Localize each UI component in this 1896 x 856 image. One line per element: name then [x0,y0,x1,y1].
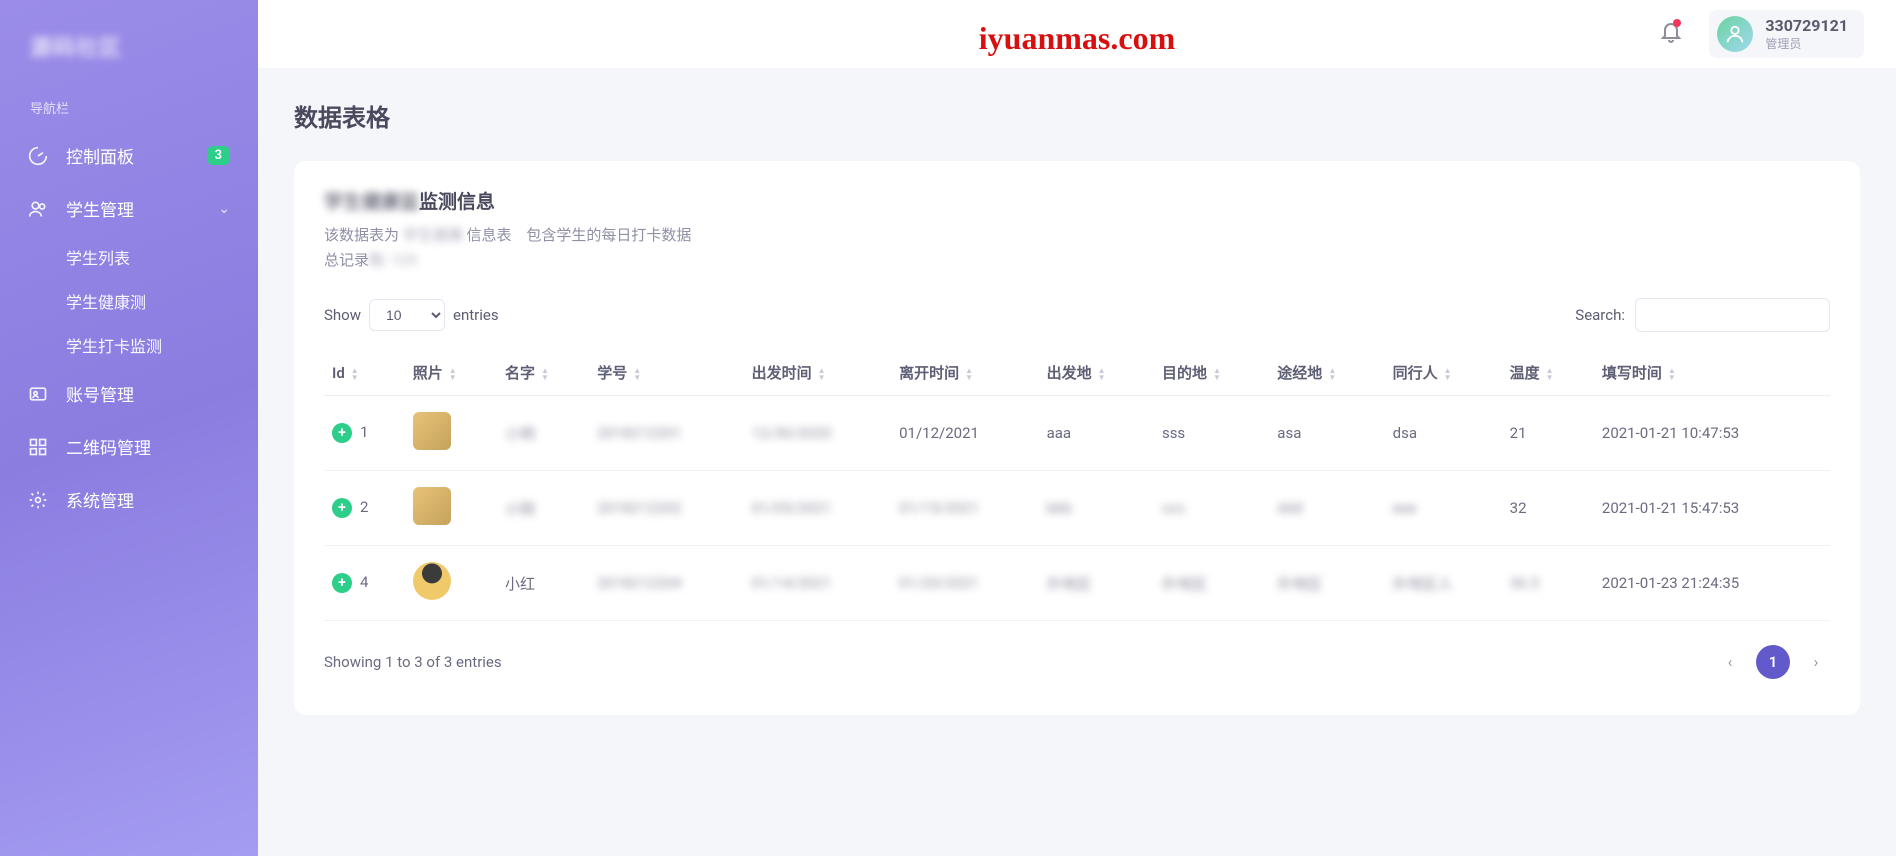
content: 数据表格 学生健康监监测信息 该数据表为 学生健康 信息表 包含学生的每日打卡数… [258,68,1896,856]
entries-selector: Show 10 entries [324,299,499,331]
sort-icon: ▲▼ [351,367,359,381]
entries-select[interactable]: 10 [369,299,445,331]
gear-icon [28,490,50,510]
notifications-button[interactable] [1659,20,1683,48]
table-row: +2 小刚 2018212202 01/05/2021 01/15/2021 b… [324,471,1830,546]
col-depart[interactable]: 出发时间▲▼ [744,350,892,396]
sidebar-item-label: 账号管理 [66,381,134,406]
col-with[interactable]: 同行人▲▼ [1385,350,1502,396]
search-box: Search: [1575,298,1830,332]
sidebar-item-qrcode[interactable]: 二维码管理 [0,420,258,473]
sidebar-item-account[interactable]: 账号管理 [0,367,258,420]
data-table: Id▲▼ 照片▲▼ 名字▲▼ 学号▲▼ 出发时间▲▼ 离开时间▲▼ 出发地▲▼ … [324,350,1830,621]
search-label: Search: [1575,306,1625,324]
expand-button[interactable]: + [332,498,352,518]
row-avatar-icon [413,487,451,525]
table-row: +1 小明 2018212201 12/30/2020 01/12/2021 a… [324,396,1830,471]
col-name[interactable]: 名字▲▼ [497,350,589,396]
sort-icon: ▲▼ [1668,367,1676,381]
expand-button[interactable]: + [332,573,352,593]
sort-icon: ▲▼ [541,367,549,381]
table-controls: Show 10 entries Search: [324,298,1830,332]
col-via[interactable]: 途经地▲▼ [1269,350,1384,396]
entries-label: entries [453,306,499,324]
table-footer: Showing 1 to 3 of 3 entries ‹ 1 › [324,645,1830,679]
sidebar-subitem-health[interactable]: 学生健康测 [66,279,258,323]
sidebar-item-students[interactable]: 学生管理 ⌄ [0,182,258,235]
expand-button[interactable]: + [332,423,352,443]
sidebar-item-dashboard[interactable]: 控制面板 3 [0,129,258,182]
sidebar-item-label: 二维码管理 [66,434,151,459]
sidebar-item-label: 控制面板 [66,143,134,168]
sidebar-item-system[interactable]: 系统管理 [0,473,258,526]
sort-icon: ▲▼ [1546,367,1554,381]
brand-logo: 源码社区 [0,20,258,92]
sidebar-subitem-checkin[interactable]: 学生打卡监测 [66,323,258,367]
avatar [1717,16,1753,52]
card-subtitle2: 总记录数: 123 [324,249,1830,270]
sidebar-item-label: 系统管理 [66,487,134,512]
col-time[interactable]: 填写时间▲▼ [1594,350,1830,396]
sort-icon: ▲▼ [449,367,457,381]
gauge-icon [28,146,50,166]
sidebar-item-label: 学生管理 [66,196,134,221]
users-icon [28,199,50,219]
row-avatar-icon [413,412,451,450]
sort-icon: ▲▼ [965,367,973,381]
card-title: 学生健康监监测信息 [324,187,1830,214]
data-card: 学生健康监监测信息 该数据表为 学生健康 信息表 包含学生的每日打卡数据 总记录… [294,161,1860,715]
col-to[interactable]: 目的地▲▼ [1154,350,1269,396]
sort-icon: ▲▼ [1213,367,1221,381]
user-id: 330729121 [1765,16,1848,35]
grid-icon [28,437,50,457]
sidebar-subitem-student-list[interactable]: 学生列表 [66,235,258,279]
prev-page-button[interactable]: ‹ [1716,648,1744,676]
id-card-icon [28,384,50,404]
nav-section-label: 导航栏 [0,92,258,129]
card-subtitle: 该数据表为 学生健康 信息表 包含学生的每日打卡数据 [324,224,1830,245]
watermark-text: iyuanmas.com [979,20,1175,57]
sort-icon: ▲▼ [1098,367,1106,381]
sort-icon: ▲▼ [1444,367,1452,381]
sidebar-badge: 3 [207,146,230,165]
col-photo[interactable]: 照片▲▼ [405,350,497,396]
entries-info: Showing 1 to 3 of 3 entries [324,653,502,671]
col-id[interactable]: Id▲▼ [324,350,405,396]
page-title: 数据表格 [294,98,1860,133]
pagination: ‹ 1 › [1716,645,1830,679]
col-sno[interactable]: 学号▲▼ [589,350,743,396]
sort-icon: ▲▼ [818,367,826,381]
chevron-down-icon: ⌄ [218,201,230,217]
main-area: iyuanmas.com 330729121 管理员 数据表格 学生健康监监测信… [258,0,1896,856]
col-temp[interactable]: 温度▲▼ [1502,350,1594,396]
search-input[interactable] [1635,298,1830,332]
next-page-button[interactable]: › [1802,648,1830,676]
sort-icon: ▲▼ [1328,367,1336,381]
sidebar-submenu: 学生列表 学生健康测 学生打卡监测 [0,235,258,367]
user-menu[interactable]: 330729121 管理员 [1709,10,1864,58]
topbar: iyuanmas.com 330729121 管理员 [258,0,1896,68]
sidebar: 源码社区 导航栏 控制面板 3 学生管理 ⌄ 学生列表 学生健康测 学生打卡监测… [0,0,258,856]
sort-icon: ▲▼ [633,367,641,381]
table-row: +4 小红 2018212204 01/14/2021 01/20/2021 外… [324,546,1830,621]
col-from[interactable]: 出发地▲▼ [1039,350,1154,396]
page-number-button[interactable]: 1 [1756,645,1790,679]
col-leave[interactable]: 离开时间▲▼ [891,350,1039,396]
user-role: 管理员 [1765,35,1848,52]
show-label: Show [324,306,361,324]
row-avatar-icon [413,562,451,600]
